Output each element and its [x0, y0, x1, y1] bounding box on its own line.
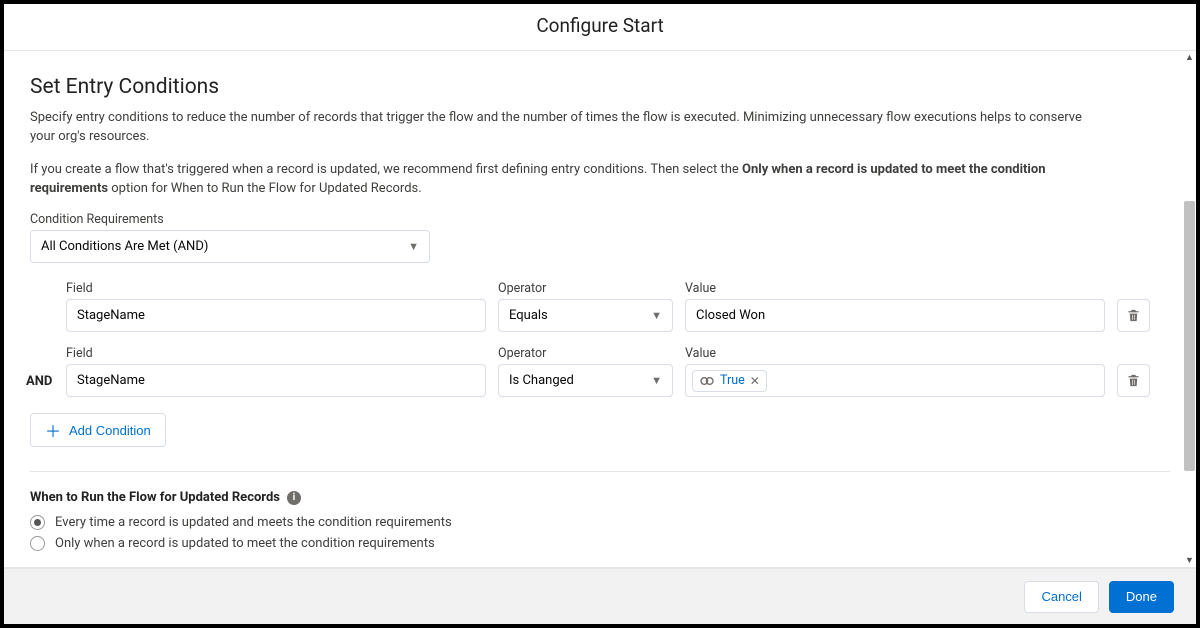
field-col: Field StageName	[66, 346, 486, 397]
delete-col	[1117, 282, 1151, 332]
add-condition-button[interactable]: ＋ Add Condition	[30, 413, 166, 447]
radio-label: Every time a record is updated and meets…	[55, 515, 452, 530]
operator-col: Operator Equals ▼	[498, 281, 673, 332]
operator-value: Equals	[509, 308, 548, 323]
scroll-down-arrow-icon[interactable]: ▼	[1183, 554, 1196, 567]
condition-requirements-value: All Conditions Are Met (AND)	[41, 239, 208, 254]
field-col: Field StageName	[66, 281, 486, 332]
done-button[interactable]: Done	[1109, 581, 1174, 613]
modal-header: Configure Start	[4, 4, 1196, 50]
condition-requirements-select[interactable]: All Conditions Are Met (AND) ▼	[30, 230, 430, 263]
value-input[interactable]: True ✕	[685, 364, 1105, 397]
configure-start-modal: Configure Start Set Entry Conditions Spe…	[4, 4, 1196, 624]
condition-row: Field StageName Operator Equals ▼ Valu	[66, 281, 1170, 332]
radio-icon	[30, 515, 45, 530]
plus-icon: ＋	[45, 418, 61, 442]
operator-select[interactable]: Is Changed ▼	[498, 364, 673, 397]
trash-icon	[1126, 373, 1141, 388]
when-to-run-radio-group: Every time a record is updated and meets…	[30, 515, 1170, 567]
value-col: Value True ✕	[685, 346, 1105, 397]
modal-title: Configure Start	[4, 14, 1196, 37]
condition-rows: Field StageName Operator Equals ▼ Valu	[66, 281, 1170, 447]
chevron-down-icon: ▼	[651, 309, 662, 322]
condition-requirements-label: Condition Requirements	[30, 212, 1170, 227]
value-label: Value	[685, 346, 1105, 361]
value-pill: True ✕	[692, 370, 767, 392]
field-label: Field	[66, 346, 486, 361]
chevron-down-icon: ▼	[651, 374, 662, 387]
radio-label: Only when a record is updated to meet th…	[55, 536, 435, 551]
divider	[30, 471, 1170, 472]
field-value: StageName	[77, 373, 145, 388]
field-value: StageName	[77, 308, 145, 323]
value-text: Closed Won	[696, 308, 765, 323]
modal-footer: Cancel Done	[4, 568, 1196, 624]
condition-requirements-group: Condition Requirements All Conditions Ar…	[30, 212, 1170, 263]
section-title: Set Entry Conditions	[30, 75, 1170, 99]
modal-body[interactable]: Set Entry Conditions Specify entry condi…	[4, 51, 1196, 567]
value-col: Value Closed Won	[685, 281, 1105, 332]
modal-body-wrap: Set Entry Conditions Specify entry condi…	[4, 50, 1196, 568]
field-input[interactable]: StageName	[66, 364, 486, 397]
radio-option-only-when[interactable]: Only when a record is updated to meet th…	[30, 536, 1170, 551]
info-icon[interactable]: i	[287, 491, 301, 505]
help-text-2: If you create a flow that's triggered wh…	[30, 161, 1110, 199]
radio-option-every-time[interactable]: Every time a record is updated and meets…	[30, 515, 1170, 530]
scroll-up-arrow-icon[interactable]: ▲	[1183, 51, 1196, 64]
help-text-2a: If you create a flow that's triggered wh…	[30, 162, 742, 177]
delete-row-button[interactable]	[1117, 364, 1150, 397]
delete-row-button[interactable]	[1117, 299, 1150, 332]
condition-row: AND Field StageName Operator Is Changed …	[66, 346, 1170, 397]
operator-col: Operator Is Changed ▼	[498, 346, 673, 397]
scroll-thumb[interactable]	[1184, 201, 1195, 471]
value-label: Value	[685, 281, 1105, 296]
when-to-run-text: When to Run the Flow for Updated Records	[30, 490, 280, 505]
help-text-1: Specify entry conditions to reduce the n…	[30, 109, 1110, 147]
field-input[interactable]: StageName	[66, 299, 486, 332]
close-icon[interactable]: ✕	[750, 374, 760, 388]
trash-icon	[1126, 308, 1141, 323]
help-text-2b: option for When to Run the Flow for Upda…	[108, 181, 422, 196]
scrollbar[interactable]: ▲ ▼	[1183, 51, 1196, 567]
operator-select[interactable]: Equals ▼	[498, 299, 673, 332]
chevron-down-icon: ▼	[408, 240, 419, 253]
operator-label: Operator	[498, 346, 673, 361]
add-condition-label: Add Condition	[69, 423, 151, 438]
value-input[interactable]: Closed Won	[685, 299, 1105, 332]
delete-col	[1117, 347, 1151, 397]
toggle-icon	[699, 373, 715, 389]
pill-text: True	[720, 373, 745, 388]
cancel-button[interactable]: Cancel	[1024, 581, 1098, 613]
operator-label: Operator	[498, 281, 673, 296]
field-label: Field	[66, 281, 486, 296]
operator-value: Is Changed	[509, 373, 574, 388]
when-to-run-title: When to Run the Flow for Updated Records…	[30, 490, 1170, 505]
radio-icon	[30, 536, 45, 551]
and-label: AND	[26, 374, 52, 389]
